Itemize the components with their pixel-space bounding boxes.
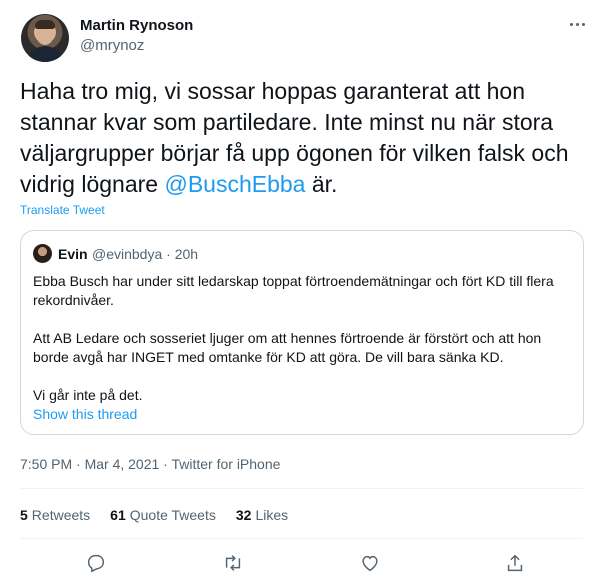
avatar-shirt bbox=[27, 46, 63, 62]
retweets-label: Retweets bbox=[31, 507, 91, 523]
likes-stat[interactable]: 32 Likes bbox=[236, 507, 288, 523]
quote-tweets-label: Quote Tweets bbox=[129, 507, 216, 523]
tweet-actions bbox=[20, 552, 583, 576]
quote-tweets-count: 61 bbox=[110, 507, 126, 523]
divider bbox=[20, 538, 583, 539]
divider bbox=[20, 488, 583, 489]
more-dot bbox=[581, 22, 585, 26]
avatar-hair bbox=[35, 20, 55, 29]
engagement-stats: 5 Retweets 61 Quote Tweets 32 Likes bbox=[20, 507, 308, 523]
mention-link[interactable]: @BuschEbba bbox=[164, 171, 305, 197]
author-name[interactable]: Martin Rynoson bbox=[80, 17, 193, 34]
quoted-paragraph: Ebba Busch har under sitt ledarskap topp… bbox=[33, 273, 554, 308]
author-handle[interactable]: @mrynoz bbox=[80, 37, 144, 54]
quote-tweets-stat[interactable]: 61 Quote Tweets bbox=[110, 507, 216, 523]
tweet-text-end: är. bbox=[305, 171, 338, 197]
share-icon[interactable] bbox=[504, 552, 528, 576]
likes-count: 32 bbox=[235, 507, 252, 523]
translate-tweet-link[interactable]: Translate Tweet bbox=[20, 203, 105, 217]
quoted-author-avatar bbox=[33, 244, 52, 263]
quoted-tweet-text: Ebba Busch har under sitt ledarskap topp… bbox=[33, 272, 573, 424]
more-dot bbox=[575, 22, 579, 26]
more-icon[interactable] bbox=[566, 16, 588, 32]
reply-icon[interactable] bbox=[85, 552, 109, 576]
retweets-stat[interactable]: 5 Retweets bbox=[20, 507, 90, 523]
quoted-author-meta: @evinbdya · 20h bbox=[92, 246, 199, 262]
more-dot bbox=[569, 22, 573, 26]
tweet-text: Haha tro mig, vi sossar hoppas garantera… bbox=[20, 76, 590, 200]
retweets-count: 5 bbox=[20, 507, 28, 523]
likes-label: Likes bbox=[255, 507, 289, 523]
quoted-author-name: Evin bbox=[58, 246, 88, 262]
author-avatar[interactable] bbox=[21, 14, 69, 62]
retweet-icon[interactable] bbox=[222, 552, 246, 576]
quoted-paragraph: Vi går inte på det. bbox=[33, 387, 143, 403]
tweet-timestamp[interactable]: 7:50 PM · Mar 4, 2021 · Twitter for iPho… bbox=[20, 456, 280, 472]
quoted-paragraph: Att AB Ledare och sosseriet ljuger om at… bbox=[33, 330, 542, 365]
heart-icon[interactable] bbox=[359, 552, 383, 576]
show-thread-link[interactable]: Show this thread bbox=[33, 406, 137, 422]
